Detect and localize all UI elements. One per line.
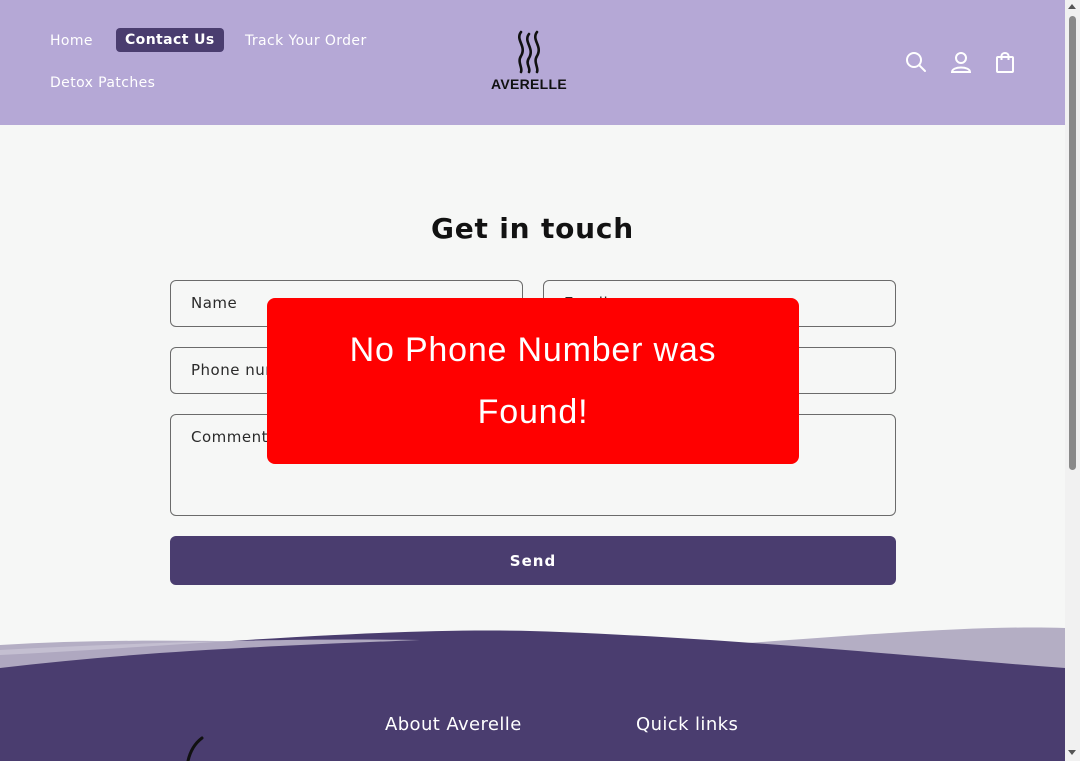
nav-detox-patches[interactable]: Detox Patches xyxy=(50,75,155,91)
brand-logo[interactable]: AVERELLE xyxy=(486,30,572,94)
search-icon[interactable] xyxy=(904,50,928,74)
footer-wave xyxy=(0,627,1065,761)
brand-name: AVERELLE xyxy=(490,76,568,92)
name-placeholder: Name xyxy=(191,294,238,312)
flame-wave-logo-icon xyxy=(518,30,540,74)
send-button[interactable]: Send xyxy=(170,536,896,585)
nav-home[interactable]: Home xyxy=(50,33,93,49)
page-title: Get in touch xyxy=(430,212,635,245)
page-scrollbar[interactable] xyxy=(1065,0,1080,761)
footer-logo-icon xyxy=(186,736,204,761)
error-message: No Phone Number was Found! xyxy=(349,331,717,431)
nav-contact-us[interactable]: Contact Us xyxy=(116,28,224,52)
footer-about-heading: About Averelle xyxy=(385,714,522,735)
scroll-down-arrow-icon[interactable] xyxy=(1068,750,1076,755)
scroll-thumb[interactable] xyxy=(1069,16,1076,470)
comment-placeholder: Comment xyxy=(191,428,268,446)
site-header: Home Contact Us Track Your Order Detox P… xyxy=(0,0,1065,125)
scroll-up-arrow-icon[interactable] xyxy=(1068,4,1076,9)
footer-quick-links-heading: Quick links xyxy=(636,714,739,735)
cart-icon[interactable] xyxy=(993,50,1017,74)
error-popup: No Phone Number was Found! xyxy=(267,298,799,464)
account-icon[interactable] xyxy=(949,50,973,74)
nav-track-order[interactable]: Track Your Order xyxy=(245,33,367,49)
